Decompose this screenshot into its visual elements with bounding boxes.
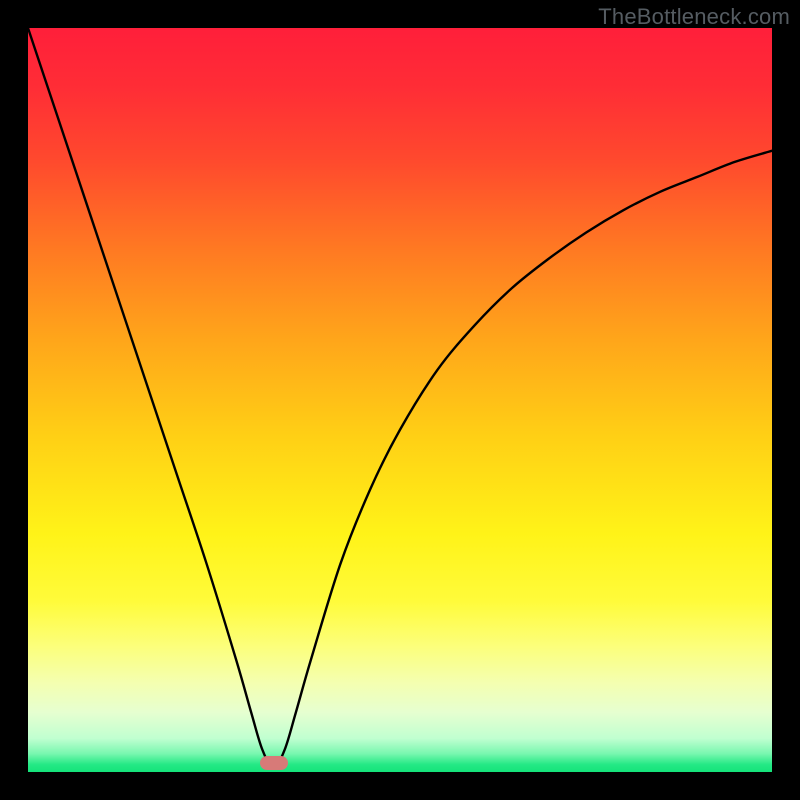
watermark-text: TheBottleneck.com — [598, 4, 790, 30]
chart-frame: TheBottleneck.com — [0, 0, 800, 800]
optimum-marker — [260, 756, 288, 770]
gradient-background — [28, 28, 772, 772]
plot-svg — [28, 28, 772, 772]
plot-area — [28, 28, 772, 772]
